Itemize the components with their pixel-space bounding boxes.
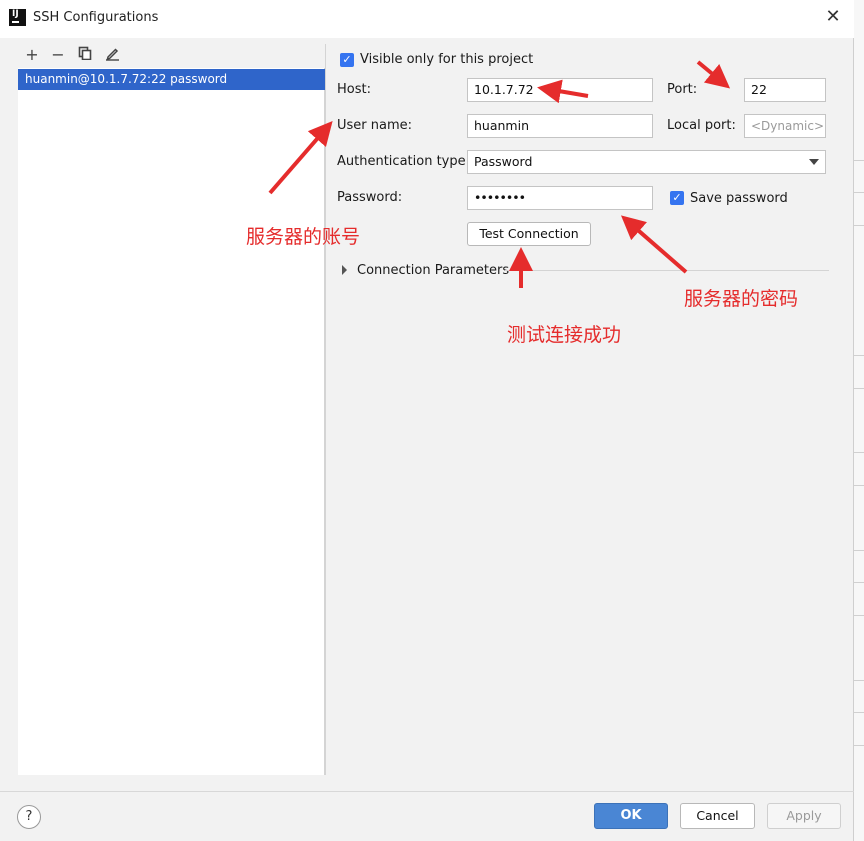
annotation-test-success: 测试连接成功	[507, 324, 622, 346]
local-port-input[interactable]: <Dynamic>	[744, 114, 826, 138]
background-window-edge	[854, 0, 864, 841]
splitter[interactable]	[325, 44, 326, 775]
annotation-password: 服务器的密码	[684, 288, 799, 310]
window-title: SSH Configurations	[33, 10, 159, 25]
port-label: Port:	[667, 82, 698, 97]
visible-only-label: Visible only for this project	[360, 52, 534, 67]
ok-button[interactable]: OK	[594, 803, 668, 829]
section-divider	[505, 270, 829, 271]
chevron-down-icon	[809, 159, 819, 165]
password-label: Password:	[337, 190, 403, 205]
auth-type-select[interactable]: Password	[467, 150, 826, 174]
auth-type-label: Authentication type:	[337, 154, 470, 169]
local-port-label: Local port:	[667, 118, 736, 133]
expand-arrow-icon[interactable]	[342, 265, 347, 275]
app-icon-text: IJ	[12, 9, 19, 19]
port-input[interactable]: 22	[744, 78, 826, 102]
help-button[interactable]: ?	[17, 805, 41, 829]
save-password-checkbox[interactable]: ✓	[670, 191, 684, 205]
save-password-label: Save password	[690, 191, 788, 206]
host-label: Host:	[337, 82, 371, 97]
copy-icon[interactable]	[76, 46, 94, 64]
user-name-input[interactable]: huanmin	[467, 114, 653, 138]
footer-divider	[0, 791, 854, 792]
test-connection-button[interactable]: Test Connection	[467, 222, 591, 246]
apply-button[interactable]: Apply	[767, 803, 841, 829]
ssh-configurations-dialog: IJ SSH Configurations ✕ + − huanmin@10.1…	[0, 0, 854, 841]
remove-icon[interactable]: −	[49, 46, 67, 64]
intellij-app-icon: IJ	[9, 9, 26, 26]
host-input[interactable]: 10.1.7.72	[467, 78, 653, 102]
list-toolbar: + −	[18, 44, 324, 68]
connection-parameters-toggle[interactable]: Connection Parameters	[357, 263, 509, 278]
user-name-label: User name:	[337, 118, 413, 133]
auth-type-value: Password	[474, 154, 533, 169]
ssh-config-list[interactable]: huanmin@10.1.7.72:22 password	[18, 68, 325, 775]
annotation-account: 服务器的账号	[246, 226, 361, 248]
add-icon[interactable]: +	[23, 46, 41, 64]
cancel-button[interactable]: Cancel	[680, 803, 755, 829]
password-input[interactable]: ••••••••	[467, 186, 653, 210]
pencil-icon[interactable]	[103, 46, 121, 64]
visible-only-checkbox[interactable]: ✓	[340, 53, 354, 67]
close-icon[interactable]: ✕	[822, 6, 844, 28]
title-bar: IJ SSH Configurations ✕	[0, 0, 854, 38]
list-item[interactable]: huanmin@10.1.7.72:22 password	[18, 69, 325, 90]
